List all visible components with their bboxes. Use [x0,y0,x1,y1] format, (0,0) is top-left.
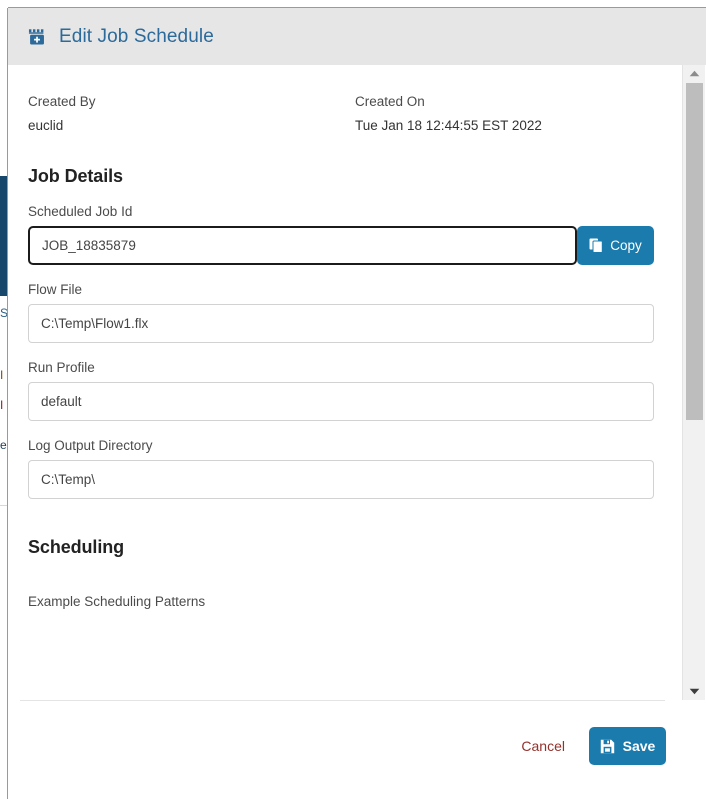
scheduled-job-id-field-group: Scheduled Job Id Copy [28,204,681,265]
log-output-directory-input[interactable] [28,460,654,499]
background-text-fragment: S [0,308,7,319]
chevron-up-icon [689,70,699,77]
chevron-down-icon [689,688,699,695]
scheduled-job-id-input[interactable] [28,226,577,265]
scroll-up-button[interactable] [683,65,705,82]
flow-file-field-group: Flow File [28,282,681,343]
log-output-directory-label: Log Output Directory [28,438,153,453]
background-text-fragment: I [0,400,4,411]
flow-file-input[interactable] [28,304,654,343]
flow-file-label: Flow File [28,282,83,297]
metadata-row: Created By euclid Created On Tue Jan 18 … [28,65,681,138]
vertical-scrollbar[interactable] [682,65,705,700]
job-details-heading: Job Details [28,166,123,186]
created-on-group: Created On Tue Jan 18 12:44:55 EST 2022 [355,91,542,138]
copy-button[interactable]: Copy [577,226,654,265]
save-button-label: Save [622,738,656,754]
dialog-title: Edit Job Schedule [59,25,214,47]
calendar-add-icon [28,29,44,45]
cancel-button[interactable]: Cancel [513,732,573,760]
scheduling-heading: Scheduling [28,537,125,557]
copy-icon [589,238,604,253]
run-profile-label: Run Profile [28,360,95,375]
save-button[interactable]: Save [589,727,666,765]
created-on-value: Tue Jan 18 12:44:55 EST 2022 [355,118,542,133]
run-profile-field-group: Run Profile [28,360,681,421]
log-output-directory-field-group: Log Output Directory [28,438,681,499]
footer-actions: Cancel Save [513,727,666,765]
scrollbar-thumb[interactable] [686,83,703,420]
copy-button-label: Copy [610,238,642,253]
background-text-fragment: I [0,370,4,381]
created-by-value: euclid [28,118,64,133]
dialog-scroll-content: Created By euclid Created On Tue Jan 18 … [8,65,681,700]
scheduled-job-id-label: Scheduled Job Id [28,204,133,219]
edit-job-schedule-dialog: Edit Job Schedule Created By euclid Crea… [8,8,706,799]
scheduled-job-id-row: Copy [28,226,681,265]
example-scheduling-patterns-label: Example Scheduling Patterns [28,594,206,609]
save-floppy-icon [600,739,614,753]
background-divider [0,505,8,506]
created-by-group: Created By euclid [28,91,355,138]
scroll-down-button[interactable] [683,683,705,700]
dialog-header: Edit Job Schedule [8,8,706,65]
background-text-fragment: e [0,440,7,451]
created-on-label: Created On [355,94,425,109]
footer-divider [20,700,665,701]
dialog-body: Created By euclid Created On Tue Jan 18 … [8,65,706,700]
created-by-label: Created By [28,94,96,109]
background-navbar [0,176,8,296]
dialog-footer: Cancel Save [8,700,706,799]
run-profile-input[interactable] [28,382,654,421]
